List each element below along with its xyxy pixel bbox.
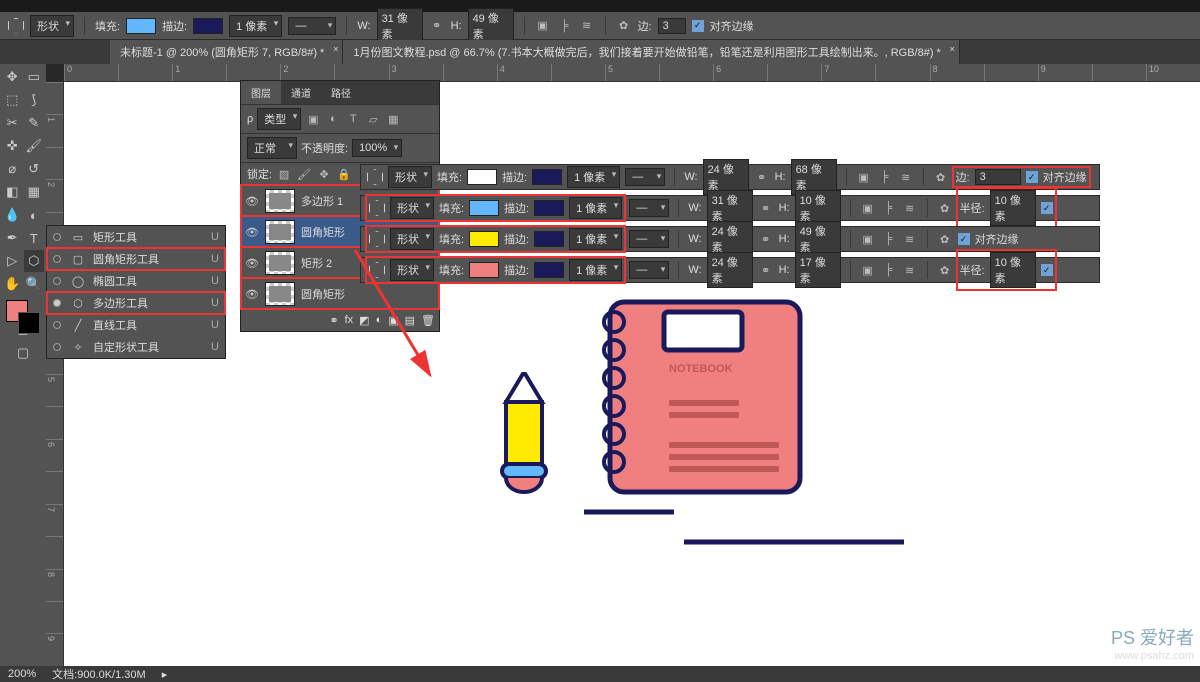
ruler-vertical: 123456789	[46, 82, 64, 666]
brush-tool[interactable]: 🖌	[24, 135, 45, 157]
filter-type-dropdown[interactable]: 类型	[257, 108, 301, 130]
filter-smart-icon[interactable]: ▦	[385, 111, 401, 127]
width-field[interactable]: 31 像素	[377, 8, 423, 44]
arrange-icon[interactable]: ≋	[579, 18, 595, 34]
stroke-style-dropdown[interactable]: —	[288, 17, 336, 35]
artboard-tool[interactable]: ▭	[24, 66, 45, 88]
move-tool[interactable]: ✥	[2, 66, 23, 88]
fill-swatch[interactable]	[126, 18, 156, 34]
shape-tool-item[interactable]: ◯椭圆工具U	[47, 270, 225, 292]
shape-tool-item[interactable]: ⬡多边形工具U	[47, 292, 225, 314]
shape-options-strip: 形状填充:描边:1 像素—W:24 像素⚭H:17 像素▣╞≋✿半径: 10 像…	[360, 257, 1100, 283]
opacity-field[interactable]: 100%	[352, 139, 402, 157]
notebook-artwork: NOTEBOOK	[584, 292, 814, 532]
shape-options-strip: 形状填充:描边:1 像素—W:31 像素⚭H:10 像素▣╞≋✿半径: 10 像…	[360, 195, 1100, 221]
lock-label: 锁定:	[247, 166, 272, 182]
filter-icon[interactable]: ρ	[247, 113, 253, 125]
tab-paths[interactable]: 路径	[321, 81, 361, 104]
document-tabs: 未标题-1 @ 200% (圆角矩形 7, RGB/8#) *× 1月份图文教程…	[0, 40, 1200, 64]
zoom-tool[interactable]: 🔍	[24, 273, 45, 295]
line-artwork	[684, 537, 904, 547]
blend-mode-dropdown[interactable]: 正常	[247, 137, 297, 159]
document-tab-2[interactable]: 1月份图文教程.psd @ 66.7% (7.书本大概做完后，我们接着要开始做铅…	[343, 40, 960, 64]
gradient-tool[interactable]: ▦	[24, 181, 45, 203]
tab-layers[interactable]: 图层	[241, 81, 281, 104]
doc-info: 文档:900.0K/1.30M	[52, 666, 146, 682]
ruler-horizontal: 012345678910	[64, 64, 1200, 82]
shape-tool-flyout: ▭矩形工具U▢圆角矩形工具U◯椭圆工具U⬡多边形工具U╱直线工具U✧自定形状工具…	[46, 225, 226, 359]
align-edges-checkbox[interactable]: ✓	[692, 20, 704, 32]
filter-type-icon[interactable]: T	[345, 111, 361, 127]
link-layers-icon[interactable]: ⚭	[329, 314, 338, 327]
visibility-icon[interactable]: 👁	[245, 257, 259, 270]
shape-options-strip: 形状填充:描边:1 像素—W:24 像素⚭H:49 像素▣╞≋✿ ✓对齐边缘	[360, 226, 1100, 252]
close-icon[interactable]: ×	[333, 44, 338, 54]
link-icon[interactable]: ⚭	[429, 18, 445, 34]
panel-tabs: 图层 通道 路径	[241, 81, 439, 104]
crop-tool[interactable]: ✂	[2, 112, 23, 134]
filter-adjust-icon[interactable]: ◐	[325, 111, 341, 127]
shape-tool-item[interactable]: ✧自定形状工具U	[47, 336, 225, 358]
visibility-icon[interactable]: 👁	[245, 226, 259, 239]
canvas-area: 012345678910 123456789 NOTEBOOK	[46, 64, 1200, 666]
tool-mode-dropdown[interactable]: 形状	[30, 15, 74, 37]
clone-tool[interactable]: ⌀	[2, 158, 23, 180]
visibility-icon[interactable]: 👁	[245, 195, 259, 208]
stroke-width-dropdown[interactable]: 1 像素	[229, 15, 282, 37]
document-tab-1[interactable]: 未标题-1 @ 200% (圆角矩形 7, RGB/8#) *×	[110, 40, 343, 64]
tools-panel: ✥▭ ⬚⟆ ✂✎ ✜🖌 ⌀↺ ◧▦ 💧◐ ✒T ▷⬡ ✋🔍 ◻ ▢	[0, 64, 46, 666]
blur-tool[interactable]: 💧	[2, 204, 23, 226]
marquee-tool[interactable]: ⬚	[2, 89, 23, 111]
filter-pixel-icon[interactable]: ▣	[305, 111, 321, 127]
align-icon[interactable]: ╞	[557, 18, 573, 34]
window-titlebar	[0, 0, 1200, 12]
status-bar: 200% 文档:900.0K/1.30M ▸	[0, 666, 1200, 682]
h-label: H:	[451, 20, 462, 32]
shape-tool[interactable]: ⬡	[24, 250, 45, 272]
shape-options-strip: 形状填充:描边:1 像素—W:24 像素⚭H:68 像素▣╞≋✿边: 3 ✓对齐…	[360, 164, 1100, 190]
dodge-tool[interactable]: ◐	[24, 204, 45, 226]
pencil-artwork	[494, 372, 554, 512]
close-icon[interactable]: ×	[950, 44, 955, 54]
lasso-tool[interactable]: ⟆	[24, 89, 45, 111]
opacity-label: 不透明度:	[301, 140, 348, 156]
w-label: W:	[357, 20, 370, 32]
path-ops-icon[interactable]: ▣	[535, 18, 551, 34]
filter-shape-icon[interactable]: ▱	[365, 111, 381, 127]
shape-tool-item[interactable]: ▢圆角矩形工具U	[47, 248, 225, 270]
height-field[interactable]: 49 像素	[468, 8, 514, 44]
options-bar: 形状 填充: 描边: 1 像素 — W: 31 像素 ⚭ H: 49 像素 ▣ …	[0, 12, 1200, 40]
lock-paint-icon[interactable]: 🖌	[296, 166, 312, 182]
zoom-level[interactable]: 200%	[8, 668, 36, 680]
tab-channels[interactable]: 通道	[281, 81, 321, 104]
path-select-tool[interactable]: ▷	[2, 250, 23, 272]
screen-mode[interactable]: ▢	[2, 342, 44, 364]
lock-all-icon[interactable]: 🔒	[336, 166, 352, 182]
sides-field[interactable]: 3	[658, 18, 686, 34]
sides-label: 边:	[638, 18, 652, 34]
stroke-swatch[interactable]	[193, 18, 223, 34]
lock-pos-icon[interactable]: ✥	[316, 166, 332, 182]
eraser-tool[interactable]: ◧	[2, 181, 23, 203]
watermark: PS 爱好者 www.psahz.com	[1111, 624, 1194, 662]
svg-text:NOTEBOOK: NOTEBOOK	[669, 363, 733, 375]
pen-tool[interactable]: ✒	[2, 227, 23, 249]
visibility-icon[interactable]: 👁	[245, 288, 259, 301]
align-edges-label: 对齐边缘	[710, 18, 754, 34]
annotation-arrow	[350, 245, 440, 385]
gear-icon[interactable]: ✿	[616, 18, 632, 34]
stroke-label: 描边:	[162, 18, 187, 34]
fill-label: 填充:	[95, 18, 120, 34]
history-brush-tool[interactable]: ↺	[24, 158, 45, 180]
shape-tool-item[interactable]: ▭矩形工具U	[47, 226, 225, 248]
eyedropper-tool[interactable]: ✎	[24, 112, 45, 134]
status-chevron-icon[interactable]: ▸	[162, 668, 168, 681]
hand-tool[interactable]: ✋	[2, 273, 23, 295]
shape-tool-item[interactable]: ╱直线工具U	[47, 314, 225, 336]
lock-trans-icon[interactable]: ▨	[276, 166, 292, 182]
polygon-tool-icon	[8, 18, 24, 34]
spot-heal-tool[interactable]: ✜	[2, 135, 23, 157]
type-tool[interactable]: T	[24, 227, 45, 249]
color-swatches[interactable]	[2, 296, 44, 334]
